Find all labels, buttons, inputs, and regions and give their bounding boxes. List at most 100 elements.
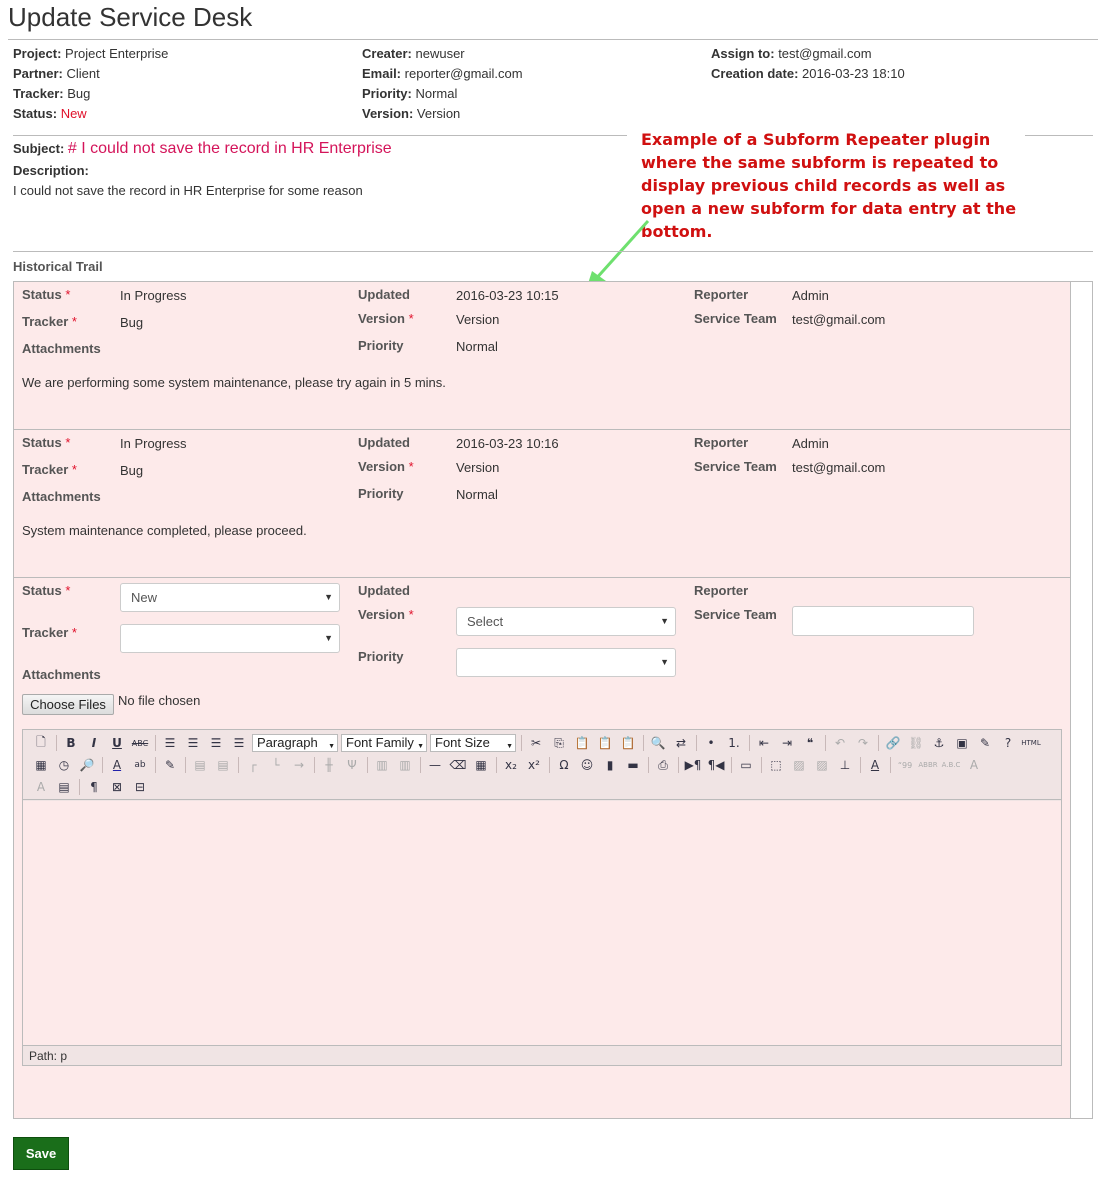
unlink-icon[interactable]: ⛓ bbox=[906, 733, 926, 753]
help-icon[interactable]: ? bbox=[998, 733, 1018, 753]
text-color-icon[interactable]: A bbox=[107, 755, 127, 775]
acronym-icon[interactable]: A.B.C bbox=[941, 755, 961, 775]
insert-time-icon[interactable]: ◷ bbox=[54, 755, 74, 775]
paste-icon[interactable]: 📋 bbox=[572, 733, 592, 753]
insert-row-after-icon[interactable]: ▤ bbox=[213, 755, 233, 775]
superscript-icon[interactable]: x² bbox=[524, 755, 544, 775]
history-record: Status * In Progress Tracker * Bug Attac… bbox=[14, 282, 1070, 430]
outdent-icon[interactable]: ⇤ bbox=[754, 733, 774, 753]
insert-layer-icon[interactable]: ⬚ bbox=[766, 755, 786, 775]
chevron-down-icon: ▼ bbox=[324, 633, 333, 643]
layer-icon[interactable]: ┌ bbox=[243, 755, 263, 775]
absolute-position-icon[interactable]: ⊥ bbox=[835, 755, 855, 775]
cite-icon[interactable]: “99 bbox=[895, 755, 915, 775]
service-team-input[interactable] bbox=[792, 606, 974, 636]
link-icon[interactable]: 🔗 bbox=[883, 733, 903, 753]
cut-icon[interactable]: ✂ bbox=[526, 733, 546, 753]
record-updated: 2016-03-23 10:16 bbox=[456, 436, 559, 451]
numbered-list-icon[interactable]: 1. bbox=[724, 733, 744, 753]
visual-chars-icon[interactable]: ⊠ bbox=[107, 777, 127, 797]
edit-css-icon[interactable]: ✎ bbox=[160, 755, 180, 775]
align-right-icon[interactable]: ☰ bbox=[206, 733, 226, 753]
layer-backward-icon[interactable]: └ bbox=[266, 755, 286, 775]
emoticon-icon[interactable]: ☺ bbox=[577, 755, 597, 775]
font-family-select[interactable]: Font Family ▼ bbox=[341, 734, 427, 752]
status-select[interactable]: New ▼ bbox=[120, 583, 340, 612]
choose-files-button[interactable]: Choose Files bbox=[22, 694, 114, 715]
preview-icon[interactable]: 🔎 bbox=[77, 755, 97, 775]
creater-value: newuser bbox=[415, 46, 465, 61]
new-document-icon[interactable]: 🗋 bbox=[31, 733, 51, 753]
abbr-icon[interactable]: ABBR bbox=[918, 755, 938, 775]
insert-row-before-icon[interactable]: ▤ bbox=[190, 755, 210, 775]
layer-forward-icon[interactable]: → bbox=[289, 755, 309, 775]
split-cells-icon[interactable]: ╫ bbox=[319, 755, 339, 775]
nonbreaking-icon[interactable]: ⊟ bbox=[130, 777, 150, 797]
find-icon[interactable]: 🔍 bbox=[648, 733, 668, 753]
description-value: I could not save the record in HR Enterp… bbox=[13, 183, 363, 198]
ltr-icon[interactable]: ▶¶ bbox=[683, 755, 703, 775]
undo-icon[interactable]: ↶ bbox=[830, 733, 850, 753]
remove-format-icon[interactable]: ⌫ bbox=[448, 755, 468, 775]
project-value: Project Enterprise bbox=[65, 46, 169, 61]
highlight-color-icon[interactable]: ab bbox=[130, 755, 150, 775]
html-source-icon[interactable]: HTML bbox=[1021, 733, 1041, 753]
align-left-icon[interactable]: ☰ bbox=[160, 733, 180, 753]
anchor-icon[interactable]: ⚓ bbox=[929, 733, 949, 753]
subscript-icon[interactable]: x₂ bbox=[501, 755, 521, 775]
align-justify-icon[interactable]: ☰ bbox=[229, 733, 249, 753]
insertion-icon[interactable]: A bbox=[31, 777, 51, 797]
move-backward-icon[interactable]: ▨ bbox=[789, 755, 809, 775]
subject-divider-left bbox=[13, 135, 627, 136]
table-row-icon[interactable]: ▥ bbox=[372, 755, 392, 775]
copy-icon[interactable]: ⎘ bbox=[549, 733, 569, 753]
image-icon[interactable]: ▣ bbox=[952, 733, 972, 753]
history-table-column-divider bbox=[1070, 281, 1071, 1119]
paste-text-icon[interactable]: 📋 bbox=[595, 733, 615, 753]
align-center-icon[interactable]: ☰ bbox=[183, 733, 203, 753]
horizontal-rule-icon[interactable]: — bbox=[425, 755, 445, 775]
version-select[interactable]: Select ▼ bbox=[456, 607, 676, 636]
bold-icon[interactable]: B bbox=[61, 733, 81, 753]
no-file-chosen-label: No file chosen bbox=[118, 693, 201, 708]
horizontal-line-icon[interactable]: ▬ bbox=[623, 755, 643, 775]
priority-select[interactable]: ▼ bbox=[456, 648, 676, 677]
toolbar-row-2: ▦ ◷ 🔎 A ab ✎ ▤ ▤ ┌ └ → ╫ Ψ ▥ ▥ — ⌫ ▦ x₂ … bbox=[31, 755, 987, 775]
record-reporter: Admin bbox=[792, 436, 829, 451]
save-button[interactable]: Save bbox=[13, 1137, 69, 1170]
description-label: Description: bbox=[13, 163, 89, 178]
tracker-select[interactable]: ▼ bbox=[120, 624, 340, 653]
styles-icon[interactable]: A bbox=[865, 755, 885, 775]
editor-content-area[interactable] bbox=[23, 801, 1061, 1045]
show-blocks-icon[interactable]: ¶ bbox=[84, 777, 104, 797]
replace-icon[interactable]: ⇄ bbox=[671, 733, 691, 753]
merge-cells-icon[interactable]: Ψ bbox=[342, 755, 362, 775]
deletion-icon[interactable]: A bbox=[964, 755, 984, 775]
chevron-down-icon: ▼ bbox=[660, 657, 669, 667]
cleanup-icon[interactable]: ✎ bbox=[975, 733, 995, 753]
table-col-icon[interactable]: ▥ bbox=[395, 755, 415, 775]
move-forward-icon[interactable]: ▨ bbox=[812, 755, 832, 775]
chevron-down-icon: ▼ bbox=[506, 743, 513, 750]
indent-icon[interactable]: ⇥ bbox=[777, 733, 797, 753]
redo-icon[interactable]: ↷ bbox=[853, 733, 873, 753]
underline-icon[interactable]: U bbox=[107, 733, 127, 753]
print-icon[interactable]: ⎙ bbox=[653, 755, 673, 775]
record-tracker: Bug bbox=[120, 463, 144, 478]
attributes-icon[interactable]: ▤ bbox=[54, 777, 74, 797]
italic-icon[interactable]: I bbox=[84, 733, 104, 753]
bullet-list-icon[interactable]: • bbox=[701, 733, 721, 753]
fullscreen-icon[interactable]: ▭ bbox=[736, 755, 756, 775]
chevron-down-icon: ▼ bbox=[660, 616, 669, 626]
rtl-icon[interactable]: ¶◀ bbox=[706, 755, 726, 775]
paragraph-format-select[interactable]: Paragraph ▼ bbox=[252, 734, 338, 752]
strikethrough-icon[interactable]: ABC bbox=[130, 733, 150, 753]
media-icon[interactable]: ▮ bbox=[600, 755, 620, 775]
font-size-select[interactable]: Font Size ▼ bbox=[430, 734, 516, 752]
blockquote-icon[interactable]: ❝ bbox=[800, 733, 820, 753]
table-icon[interactable]: ▦ bbox=[471, 755, 491, 775]
special-char-icon[interactable]: Ω bbox=[554, 755, 574, 775]
subject-value: # I could not save the record in HR Ente… bbox=[67, 140, 392, 157]
insert-date-icon[interactable]: ▦ bbox=[31, 755, 51, 775]
paste-word-icon[interactable]: 📋 bbox=[618, 733, 638, 753]
